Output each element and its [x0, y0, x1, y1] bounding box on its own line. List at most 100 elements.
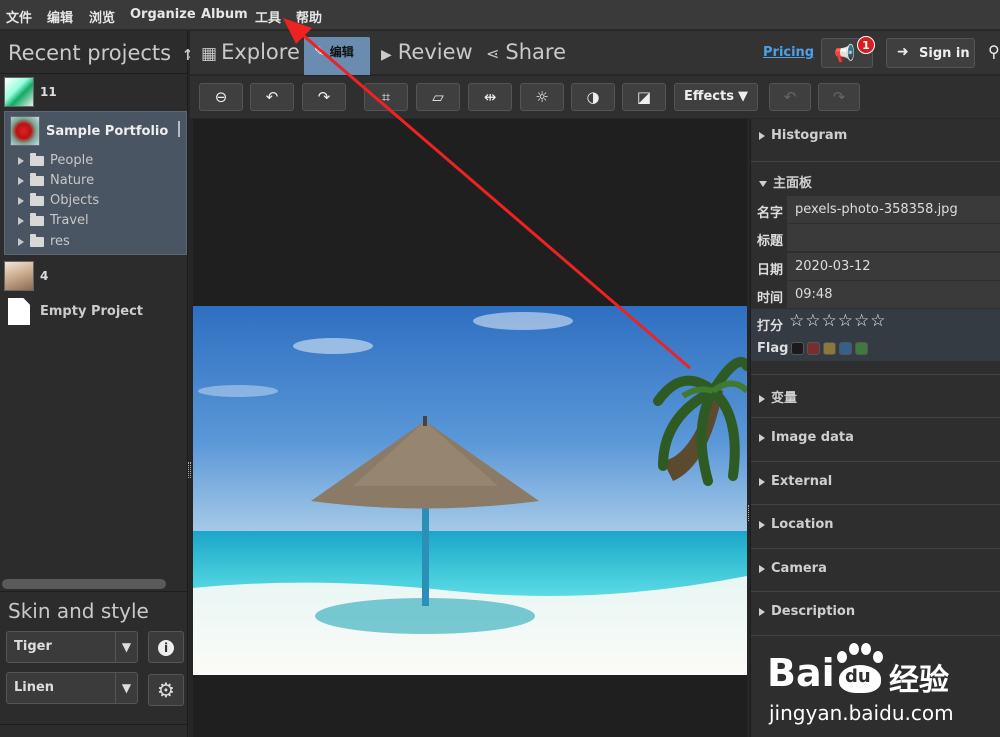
sign-in-button[interactable]: ➜ Sign in	[886, 38, 975, 68]
star-icon[interactable]: ☆	[822, 311, 837, 331]
menu-tools[interactable]: 工具	[255, 7, 281, 26]
folder-people[interactable]: People	[18, 152, 93, 168]
time-field[interactable]: 09:48	[787, 281, 1000, 308]
star-icon[interactable]: ☆	[805, 311, 820, 331]
document-icon	[8, 298, 30, 325]
redo-icon: ↷	[832, 88, 846, 106]
crop-button[interactable]: ⌗	[364, 83, 408, 111]
redo-button[interactable]: ↷	[818, 83, 860, 111]
expand-icon[interactable]	[18, 196, 24, 205]
photo-beach-umbrella	[193, 306, 747, 675]
section-external[interactable]: External	[751, 462, 1000, 505]
project-item-11[interactable]: 11	[0, 76, 188, 110]
star-icon[interactable]: ☆	[789, 311, 804, 331]
recent-projects-title: Recent projects ⇅	[8, 41, 196, 65]
section-histogram[interactable]: Histogram	[751, 119, 1000, 162]
menu-bar: 文件 编辑 浏览 Organize Album 工具 帮助	[0, 0, 1000, 30]
expand-icon	[759, 520, 765, 529]
undo-button[interactable]: ↶	[769, 83, 811, 111]
expand-icon[interactable]	[18, 176, 24, 185]
menu-organize[interactable]: Organize	[130, 7, 196, 22]
expand-icon[interactable]	[18, 156, 24, 165]
menu-file[interactable]: 文件	[6, 7, 32, 26]
undo-icon: ↶	[783, 88, 797, 106]
menu-album[interactable]: Album	[201, 7, 248, 22]
flag-swatch[interactable]	[839, 342, 852, 355]
effects-button[interactable]: Effects ▼	[674, 83, 758, 111]
flag-swatch[interactable]	[855, 342, 868, 355]
style-select[interactable]: Linen ▼	[6, 672, 138, 704]
info-button[interactable]: i	[148, 631, 184, 663]
rotate-right-button[interactable]: ↷	[302, 83, 346, 111]
tab-review[interactable]: ▶ Review	[381, 40, 473, 64]
section-description[interactable]: Description	[751, 592, 1000, 636]
folder-icon	[30, 172, 44, 186]
menu-edit[interactable]: 编辑	[47, 7, 73, 26]
gear-icon: ⚙	[157, 678, 175, 702]
right-panel: Histogram 主面板 名字 pexels-photo-358358.jpg…	[750, 119, 1000, 737]
tab-explore[interactable]: ▦ Explore	[201, 40, 300, 64]
flag-swatch[interactable]	[807, 342, 820, 355]
expand-icon	[759, 564, 765, 573]
splitter-handle-left[interactable]	[188, 462, 191, 478]
project-item-sample-portfolio[interactable]: Sample Portfolio	[0, 115, 188, 149]
section-camera[interactable]: Camera	[751, 549, 1000, 592]
menu-help[interactable]: 帮助	[296, 7, 322, 26]
expand-icon[interactable]	[18, 237, 24, 246]
folder-travel[interactable]: Travel	[18, 212, 89, 228]
straighten-button[interactable]: ▱	[416, 83, 460, 111]
collapse-icon	[759, 180, 767, 187]
settings-button[interactable]: ⚙	[148, 674, 184, 706]
section-location[interactable]: Location	[751, 505, 1000, 549]
sign-in-icon: ➜	[897, 44, 909, 60]
image-canvas[interactable]	[193, 119, 747, 737]
brightness-button[interactable]: ☼	[520, 83, 564, 111]
star-icon[interactable]: ☆	[854, 311, 869, 331]
expand-icon[interactable]	[18, 216, 24, 225]
top-bar: ▦ Explore ✎ 编辑 ▶ Review ⋖ Share Pricing 📢 1 …	[190, 31, 1000, 75]
notifications-button[interactable]: 📢 1	[821, 36, 875, 68]
tab-edit[interactable]: ✎ 编辑	[314, 43, 354, 60]
horizontal-scrollbar[interactable]	[2, 579, 166, 589]
edit-toolbar: ⊖ ↶ ↷ ⌗ ▱ ⇹ ☼ ◑ ◪ Effects ▼ ↶ ↷	[190, 76, 1000, 118]
search-icon[interactable]: ⚲	[988, 42, 1000, 61]
flag-swatch[interactable]	[823, 342, 836, 355]
date-field[interactable]: 2020-03-12	[787, 253, 1000, 280]
folder-icon	[30, 192, 44, 206]
rotate-left-button[interactable]: ↶	[250, 83, 294, 111]
name-field[interactable]: pexels-photo-358358.jpg	[787, 196, 1000, 223]
section-image-data[interactable]: Image data	[751, 418, 1000, 462]
menu-browse[interactable]: 浏览	[89, 7, 115, 26]
exposure-button[interactable]: ◪	[622, 83, 666, 111]
grid-icon: ▦	[201, 44, 218, 64]
crop-icon: ⌗	[381, 88, 391, 106]
flip-button[interactable]: ⇹	[468, 83, 512, 111]
star-icon[interactable]: ☆	[838, 311, 853, 331]
dropdown-arrow-icon: ▼	[115, 673, 137, 703]
splitter-handle-right[interactable]	[746, 505, 749, 521]
folder-res[interactable]: res	[18, 233, 70, 249]
dropdown-arrow-icon: ▼	[115, 632, 137, 662]
folder-icon	[30, 233, 44, 247]
pricing-link[interactable]: Pricing	[763, 45, 814, 60]
info-icon: i	[158, 639, 174, 656]
contrast-button[interactable]: ◑	[571, 83, 615, 111]
left-panel: Recent projects ⇅ 11 Sample Portfolio Pe…	[0, 31, 196, 737]
folder-nature[interactable]: Nature	[18, 172, 94, 188]
tab-share[interactable]: ⋖ Share	[486, 40, 566, 64]
title-field[interactable]	[787, 224, 1000, 251]
star-icon[interactable]: ☆	[870, 311, 885, 331]
flag-swatch[interactable]	[791, 342, 804, 355]
folder-objects[interactable]: Objects	[18, 192, 99, 208]
rating-stars[interactable]: ☆☆☆☆☆☆	[789, 311, 887, 331]
megaphone-icon: 📢	[834, 44, 856, 64]
project-item-empty[interactable]: Empty Project	[0, 296, 188, 330]
project-item-4[interactable]: 4	[0, 260, 188, 294]
property-date: 日期 2020-03-12	[751, 253, 1000, 281]
play-icon: ▶	[381, 47, 392, 63]
flag-swatches[interactable]	[791, 341, 871, 356]
section-variables[interactable]: 变量	[751, 375, 1000, 418]
zoom-out-button[interactable]: ⊖	[199, 83, 243, 111]
project-thumbnail	[4, 261, 34, 291]
skin-select[interactable]: Tiger ▼	[6, 631, 138, 663]
